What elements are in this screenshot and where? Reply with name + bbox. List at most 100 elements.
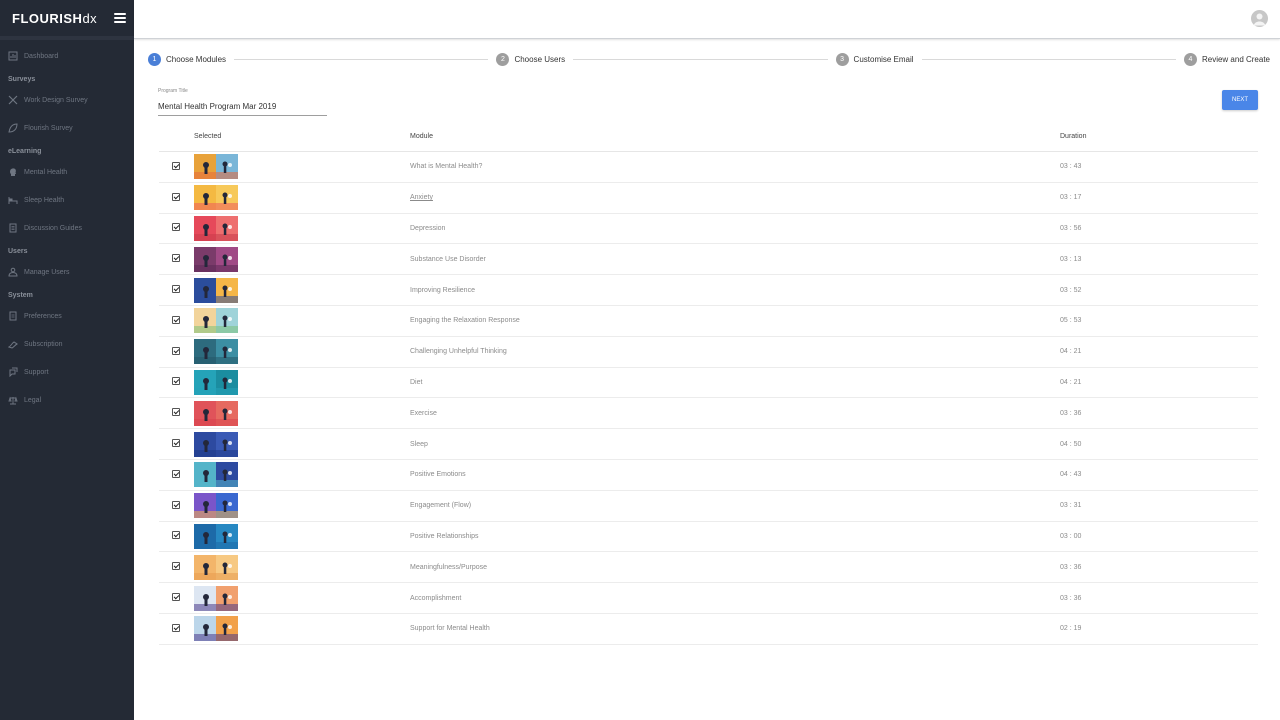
table-row: Anxiety 03 : 17: [159, 183, 1258, 214]
sidebar-item-flourish-survey[interactable]: Flourish Survey: [0, 114, 134, 142]
modules-table: Selected Module Duration What is Mental …: [159, 122, 1258, 645]
thumb-cell: [194, 308, 410, 334]
step-choose-modules[interactable]: 1 Choose Modules: [148, 52, 226, 66]
sidebar-nav: Dashboard Surveys Work Design Survey Flouri…: [0, 40, 134, 414]
module-checkbox[interactable]: [171, 500, 180, 509]
sidebar-item-legal[interactable]: Legal: [0, 386, 134, 414]
thumb-cell: [194, 400, 410, 426]
module-duration: 03 : 36: [1060, 594, 1082, 602]
module-checkbox[interactable]: [171, 254, 180, 263]
sidebar-item-label: Support: [24, 368, 49, 376]
sidebar-section-title: eLearning: [8, 148, 42, 155]
sidebar-item-mental-health[interactable]: Mental Health: [0, 158, 134, 186]
sidebar-item-discussion-guides[interactable]: Discussion Guides: [0, 214, 134, 242]
step-customise-email[interactable]: 3 Customise Email: [835, 52, 914, 66]
thumb-cell: [194, 339, 410, 365]
module-name: What is Mental Health?: [410, 163, 483, 171]
header-selected: Selected: [194, 133, 222, 140]
sidebar-item-sleep-health[interactable]: Sleep Health: [0, 186, 134, 214]
sidebar-item-label: Flourish Survey: [24, 124, 73, 132]
module-duration: 03 : 52: [1060, 286, 1082, 294]
module-checkbox[interactable]: [171, 562, 180, 571]
brand-logo[interactable]: FLOURISHdx: [12, 11, 97, 26]
module-checkbox[interactable]: [171, 531, 180, 540]
module-name: Engaging the Relaxation Response: [410, 317, 520, 325]
module-checkbox[interactable]: [171, 377, 180, 386]
stepper-connector: [921, 58, 1176, 60]
module-duration: 03 : 56: [1060, 224, 1082, 232]
module-thumbnail: [194, 616, 238, 642]
module-checkbox[interactable]: [171, 285, 180, 294]
module-checkbox[interactable]: [171, 623, 180, 632]
program-title-field: Program Title: [158, 88, 327, 116]
sidebar-item-label: Sleep Health: [24, 196, 65, 204]
module-checkbox[interactable]: [171, 161, 180, 170]
sidebar-section-title: Surveys: [8, 76, 36, 83]
sidebar-item-dashboard[interactable]: Dashboard: [0, 42, 134, 70]
table-row: Positive Emotions 04 : 43: [159, 460, 1258, 491]
stepper-connector: [234, 58, 489, 60]
user-avatar-icon[interactable]: [1251, 10, 1268, 27]
module-checkbox[interactable]: [171, 408, 180, 417]
check-cell: [159, 531, 194, 540]
table-row: Meaningfulness/Purpose 03 : 36: [159, 552, 1258, 584]
module-duration: 04 : 21: [1060, 348, 1082, 356]
module-thumbnail: [194, 185, 238, 211]
module-duration: 03 : 36: [1060, 563, 1082, 571]
step-choose-users[interactable]: 2 Choose Users: [496, 52, 565, 66]
module-name: Challenging Unhelpful Thinking: [410, 348, 507, 356]
module-duration: 04 : 50: [1060, 440, 1082, 448]
table-row: Challenging Unhelpful Thinking 04 : 21: [159, 337, 1258, 368]
hamburger-menu-icon[interactable]: [114, 13, 127, 23]
module-checkbox[interactable]: [171, 223, 180, 232]
step-number: 3: [835, 52, 849, 66]
step-review-and-create[interactable]: 4 Review and Create: [1183, 52, 1270, 66]
sidebar-item-manage-users[interactable]: Manage Users: [0, 258, 134, 286]
module-duration: 03 : 31: [1060, 502, 1082, 510]
check-cell: [159, 593, 194, 602]
module-name: Support for Mental Health: [410, 625, 490, 633]
module-thumbnail: [194, 585, 238, 611]
module-thumbnail: [194, 462, 238, 488]
module-name: Accomplishment: [410, 594, 462, 602]
module-duration: 03 : 43: [1060, 163, 1082, 171]
bed-icon: [8, 195, 18, 205]
module-checkbox[interactable]: [171, 593, 180, 602]
stepper-connector: [573, 58, 828, 60]
module-checkbox[interactable]: [171, 469, 180, 478]
sidebar-item-preferences[interactable]: Preferences: [0, 302, 134, 330]
module-checkbox[interactable]: [171, 192, 180, 201]
thumb-cell: [194, 246, 410, 272]
table-row: Improving Resilience 03 : 52: [159, 275, 1258, 306]
sidebar-section-title: System: [8, 292, 33, 299]
table-row: Substance Use Disorder 03 : 13: [159, 244, 1258, 276]
module-checkbox[interactable]: [171, 346, 180, 355]
step-number: 4: [1183, 52, 1197, 66]
module-name[interactable]: Anxiety: [410, 194, 1060, 201]
dashboard-icon: [8, 51, 18, 61]
module-thumbnail: [194, 554, 238, 580]
check-cell: [159, 500, 194, 509]
thumb-cell: [194, 154, 410, 180]
next-button[interactable]: NEXT: [1222, 90, 1258, 110]
sidebar-item-label: Mental Health: [24, 168, 68, 176]
table-header: Selected Module Duration: [159, 122, 1258, 152]
sidebar-item-label: Manage Users: [24, 268, 70, 276]
module-duration: 03 : 17: [1060, 194, 1082, 202]
check-cell: [159, 623, 194, 632]
program-title-input[interactable]: [158, 101, 327, 116]
thumb-cell: [194, 523, 410, 549]
sidebar-item-support[interactable]: Support: [0, 358, 134, 386]
table-row: Engaging the Relaxation Response 05 : 53: [159, 306, 1258, 337]
module-checkbox[interactable]: [171, 315, 180, 324]
sidebar-item-work-design-survey[interactable]: Work Design Survey: [0, 86, 134, 114]
table-row: Support for Mental Health 02 : 19: [159, 614, 1258, 645]
module-thumbnail: [194, 308, 238, 334]
sidebar-item-subscription[interactable]: Subscription: [0, 330, 134, 358]
table-row: Depression 03 : 56: [159, 214, 1258, 245]
module-duration: 05 : 53: [1060, 317, 1082, 325]
check-cell: [159, 315, 194, 324]
thumb-cell: [194, 185, 410, 211]
check-cell: [159, 161, 194, 170]
module-checkbox[interactable]: [171, 439, 180, 448]
